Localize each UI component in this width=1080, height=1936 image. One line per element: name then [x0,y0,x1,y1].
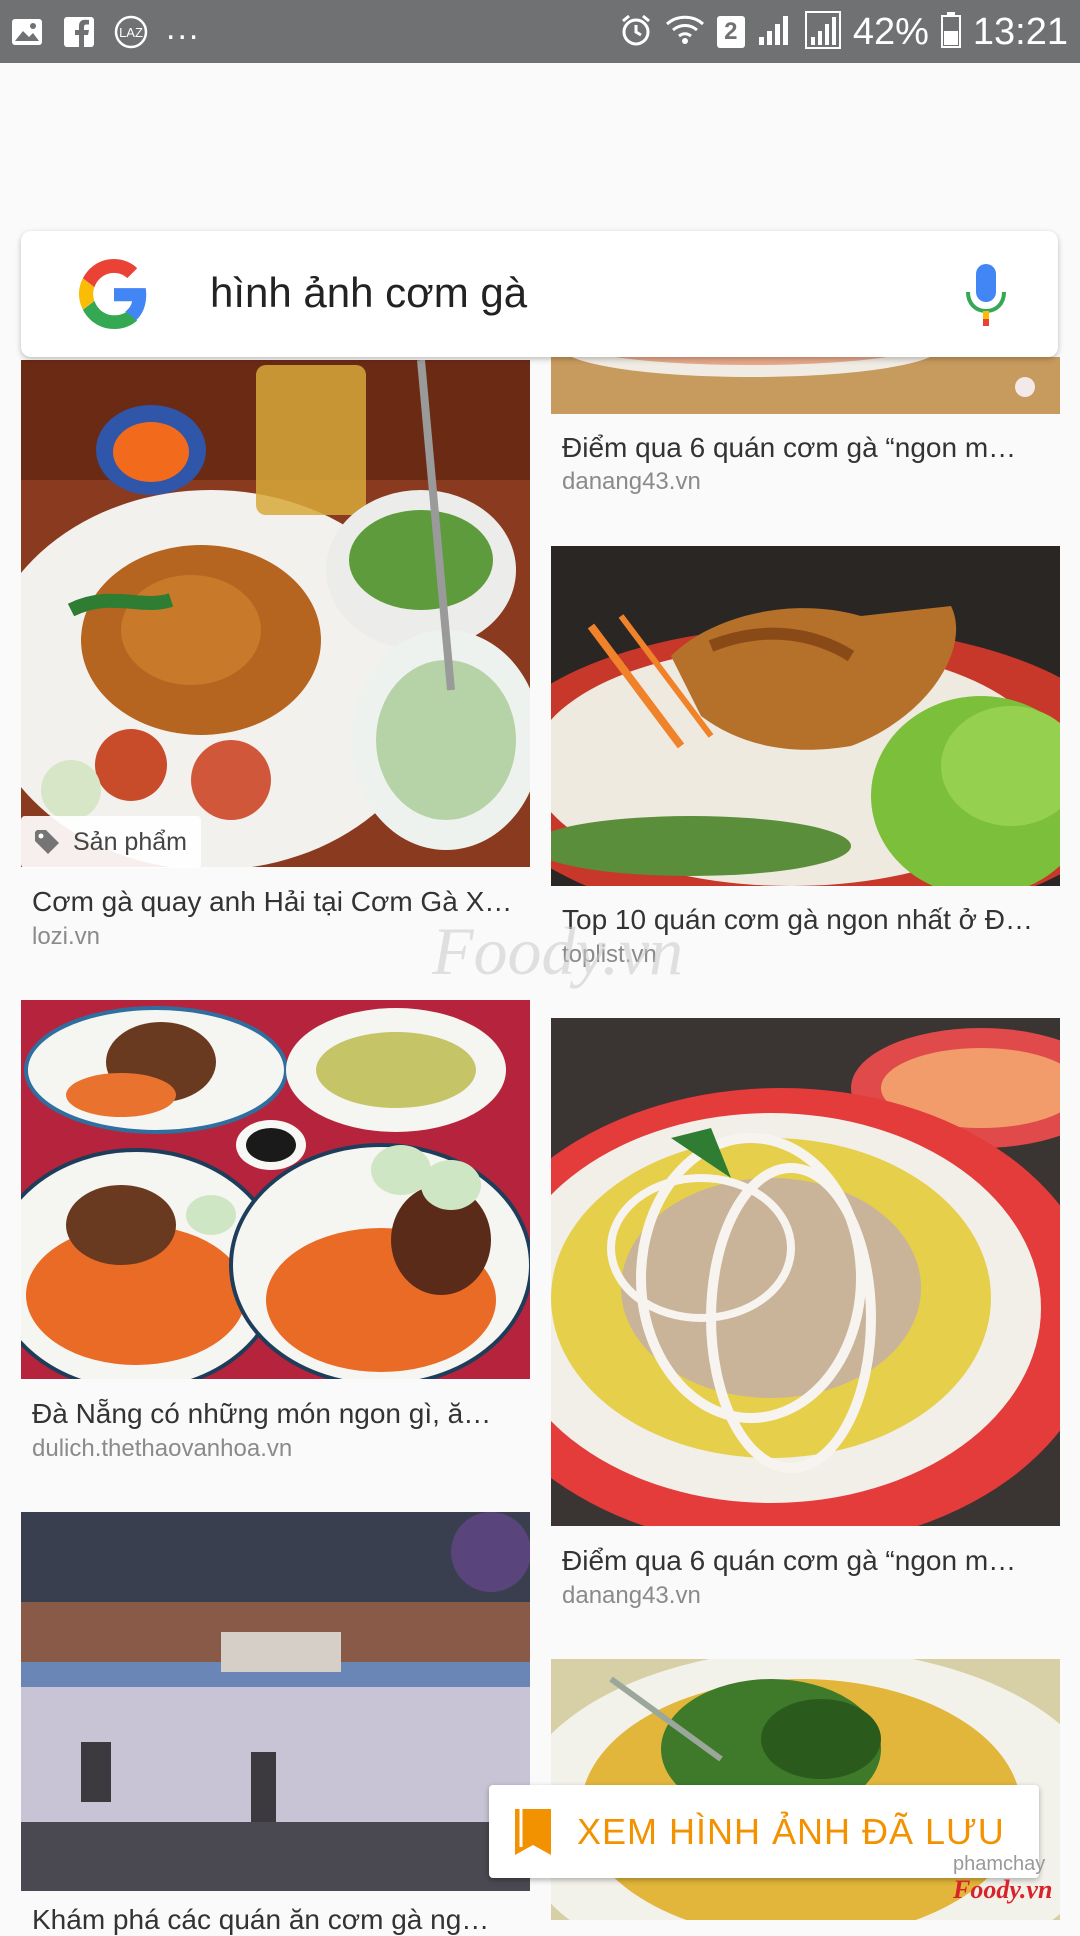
result-image[interactable] [551,1018,1060,1526]
tag-icon [35,830,59,854]
wifi-icon [665,14,705,51]
status-bar: LAZ ... 2 42% 13:21 [0,0,1080,63]
result-image[interactable] [21,1000,530,1379]
google-logo-icon [79,259,147,329]
result-image[interactable] [551,546,1060,886]
credit-user: phamchay [953,1853,1046,1875]
result-source: danang43.vn [562,1582,701,1609]
saved-button-label: XEM HÌNH ẢNH ĐÃ LƯU [577,1810,1005,1852]
tag-label: Sản phẩm [73,827,187,856]
product-tag: Sản phẩm [21,816,201,868]
result-title[interactable]: Điểm qua 6 quán cơm gà “ngon m… [562,1545,1042,1577]
result-image[interactable] [21,1512,530,1891]
notification-overflow: ... [166,9,201,47]
foody-watermark: Foody.vn [432,913,684,989]
battery-percent: 42% [852,10,929,53]
microphone-icon[interactable] [964,264,1008,326]
search-input[interactable]: hình ảnh cơm gà [210,269,527,317]
signal-icon-2 [804,10,841,54]
signal-icon [757,13,793,52]
result-source: lozi.vn [32,923,101,950]
toolbar-area [0,63,1080,210]
image-icon [10,15,44,49]
result-image[interactable] [551,357,1060,414]
battery-icon [940,11,961,53]
result-title[interactable]: Đà Nẵng có những món ngon gì, ă… [32,1398,512,1430]
svg-text:LAZ: LAZ [119,25,143,40]
result-title[interactable]: Khám phá các quán ăn cơm gà ng… [32,1904,517,1936]
result-source: danang43.vn [562,468,701,495]
result-title[interactable]: Điểm qua 6 quán cơm gà “ngon m… [562,432,1042,464]
result-source: dulich.thethaovanhoa.vn [32,1435,293,1462]
facebook-icon [62,15,96,49]
result-image[interactable] [21,360,530,867]
alarm-icon [619,13,653,52]
sim-badge: 2 [716,16,745,48]
credit-brand: Foody.vn [953,1875,1053,1904]
lazada-icon: LAZ [114,15,148,49]
bookmark-icon [515,1808,551,1855]
clock: 13:21 [972,10,1068,53]
search-bar[interactable]: hình ảnh cơm gà [21,231,1058,357]
